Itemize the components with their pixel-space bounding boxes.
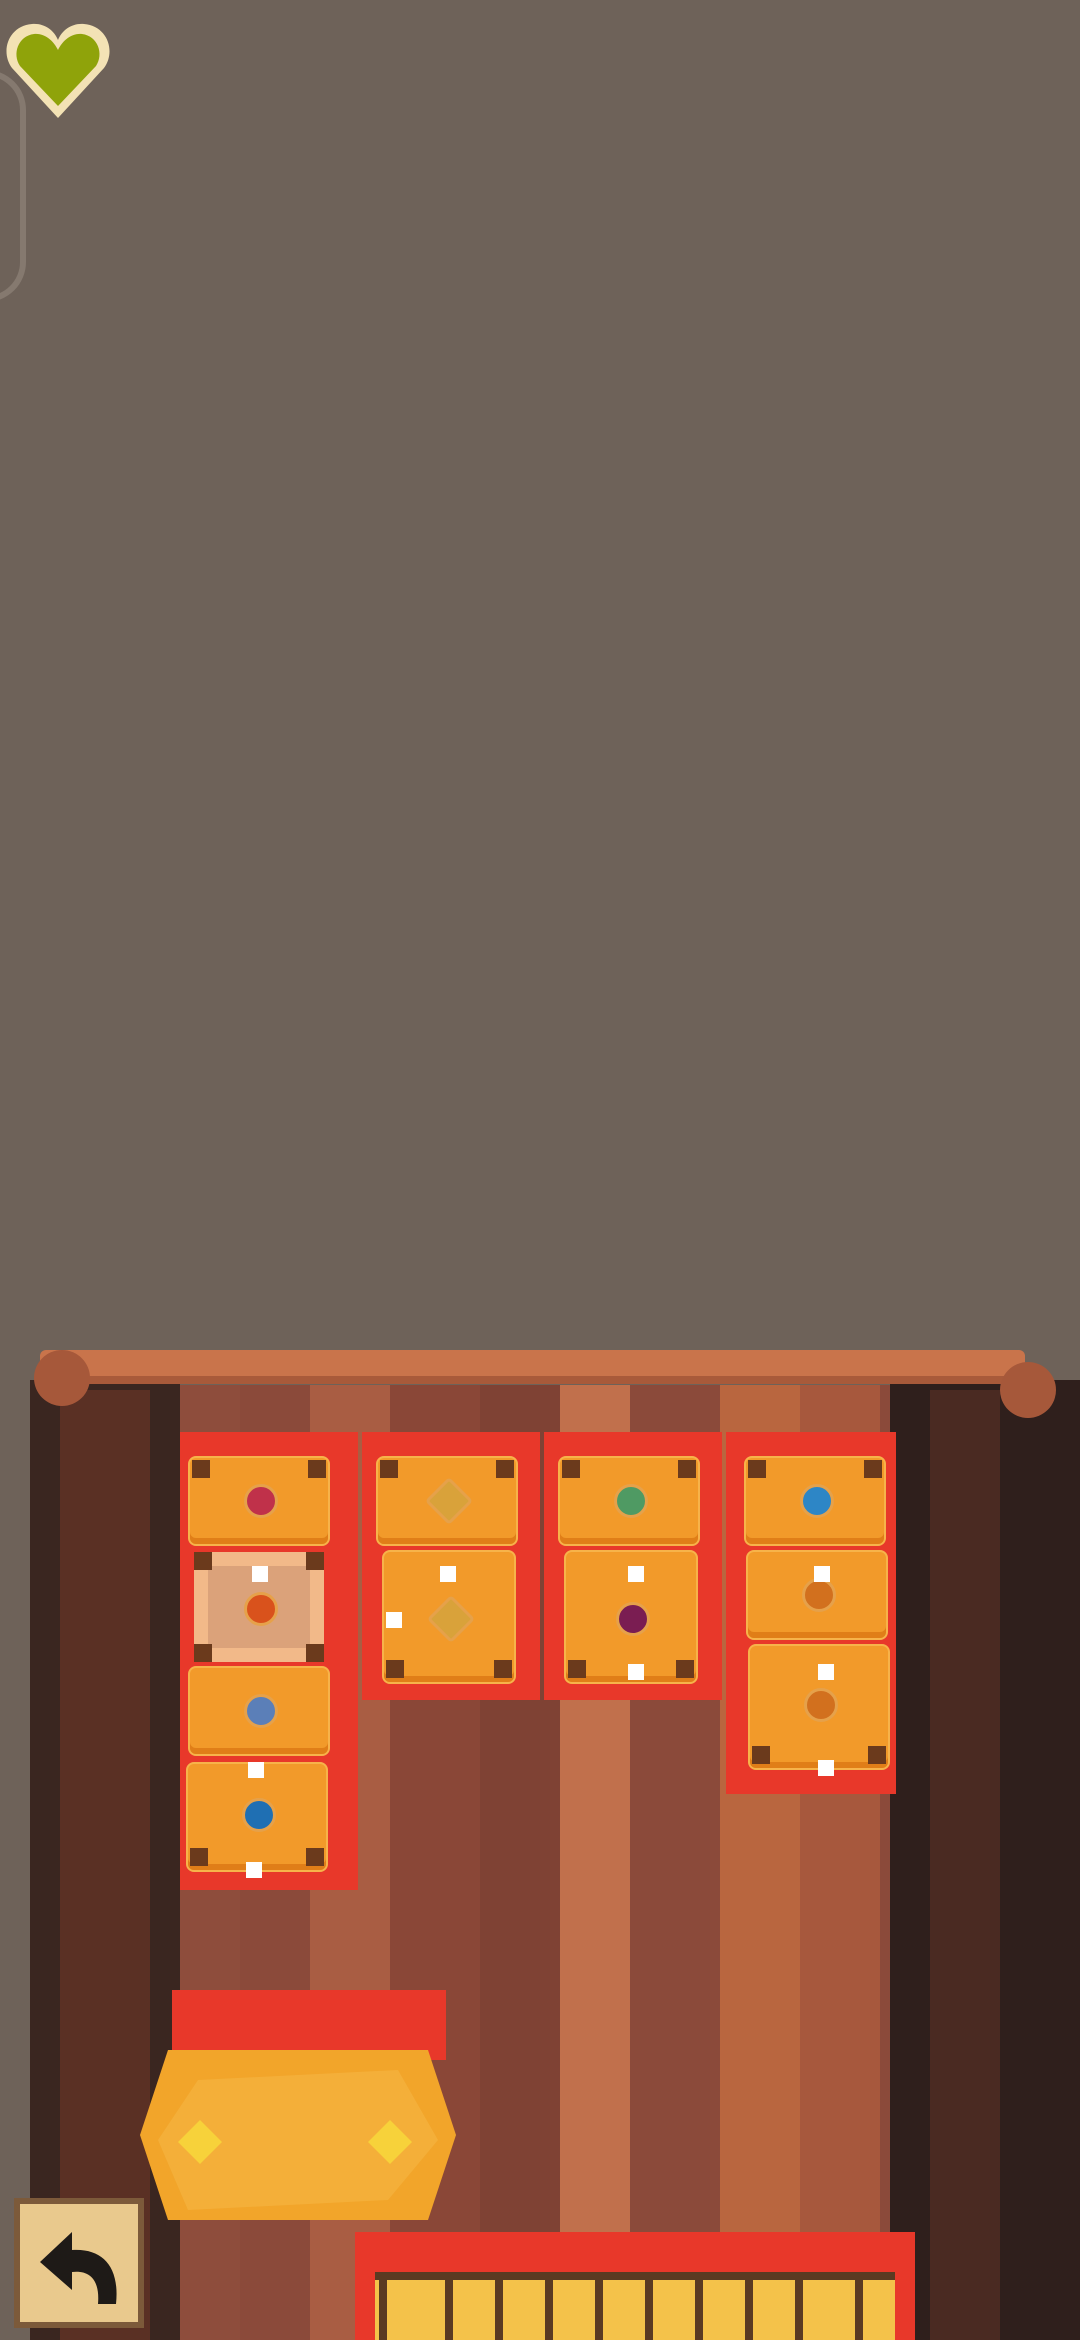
- exit-conveyor: [355, 2232, 915, 2340]
- fire-gem-icon: [244, 1592, 278, 1626]
- crate-c1-r4[interactable]: [188, 1764, 326, 1870]
- deep-blue-gem-icon: [242, 1798, 276, 1832]
- crate-c3-r1[interactable]: [560, 1458, 698, 1544]
- crate-c4-r2[interactable]: [748, 1552, 886, 1638]
- crate-c4-r1[interactable]: [746, 1458, 884, 1544]
- ruby-gem-icon: [244, 1484, 278, 1518]
- amber-gem-icon: [424, 1476, 474, 1526]
- side-track: [0, 70, 26, 302]
- crate-c1-r3[interactable]: [190, 1668, 328, 1754]
- amber-gem-icon: [426, 1594, 476, 1644]
- crate-c1-r1[interactable]: [190, 1458, 328, 1544]
- board-top-rail: [40, 1350, 1025, 1384]
- blue-gem-icon: [244, 1694, 278, 1728]
- rail-knob-right: [1000, 1362, 1056, 1418]
- crate-c2-r1[interactable]: [378, 1458, 516, 1544]
- rail-knob-left: [34, 1350, 90, 1406]
- orange-gem-icon: [804, 1688, 838, 1722]
- undo-button[interactable]: [14, 2198, 144, 2328]
- green-gem-icon: [614, 1484, 648, 1518]
- purple-gem-icon: [616, 1602, 650, 1636]
- right-wall-inner: [930, 1390, 1000, 2340]
- orange-gem-icon: [802, 1578, 836, 1612]
- undo-arrow-icon: [40, 2232, 117, 2304]
- cyan-gem-icon: [800, 1484, 834, 1518]
- collection-tray[interactable]: [138, 2040, 458, 2230]
